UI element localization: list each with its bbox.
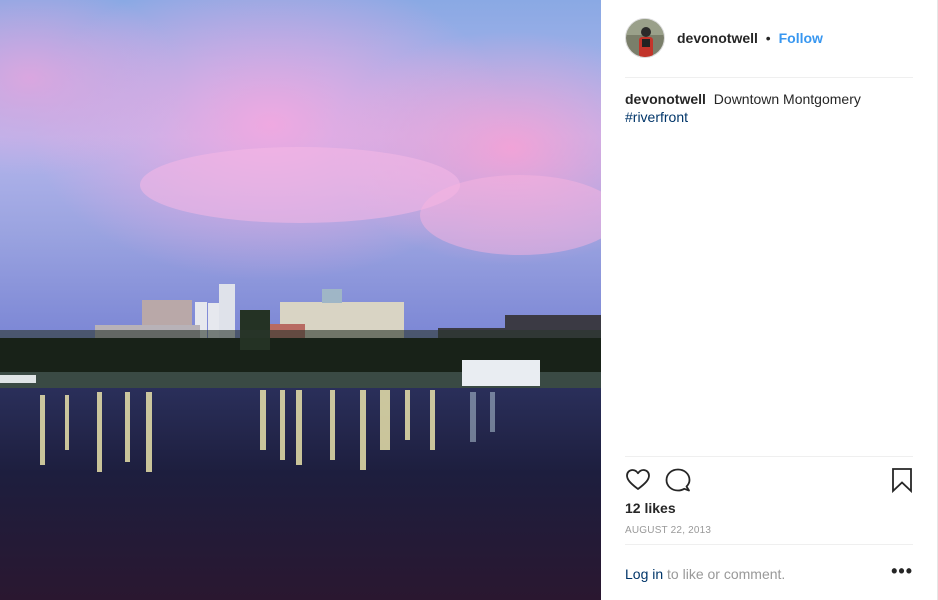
bookmark-icon[interactable] xyxy=(891,467,913,493)
caption-username[interactable]: devonotwell xyxy=(625,91,706,107)
caption-text: Downtown Montgomery xyxy=(713,91,861,107)
login-suffix: to like or comment. xyxy=(667,566,786,582)
follow-button[interactable]: Follow xyxy=(779,30,823,46)
login-link[interactable]: Log in xyxy=(625,566,663,582)
avatar[interactable] xyxy=(625,18,665,58)
caption-hashtag[interactable]: #riverfront xyxy=(625,108,688,126)
action-bar xyxy=(625,456,913,502)
post-date: AUGUST 22, 2013 xyxy=(625,525,712,536)
author-username[interactable]: devonotwell xyxy=(677,30,758,46)
riverfront-photo[interactable] xyxy=(0,0,601,600)
post-caption: devonotwell Downtown Montgomery #riverfr… xyxy=(625,90,913,126)
likes-count[interactable]: 12 likes xyxy=(625,500,676,516)
post-details-panel: devonotwell • Follow devonotwell Downtow… xyxy=(601,0,938,600)
heart-icon[interactable] xyxy=(625,467,651,493)
photo-image xyxy=(0,0,601,600)
header-separator: • xyxy=(765,30,771,46)
post-header: devonotwell • Follow xyxy=(625,18,913,78)
comment-footer: Log in to like or comment. ••• xyxy=(625,544,913,600)
comment-icon[interactable] xyxy=(665,467,691,493)
avatar-image xyxy=(626,19,664,57)
more-options-button[interactable]: ••• xyxy=(891,562,913,580)
